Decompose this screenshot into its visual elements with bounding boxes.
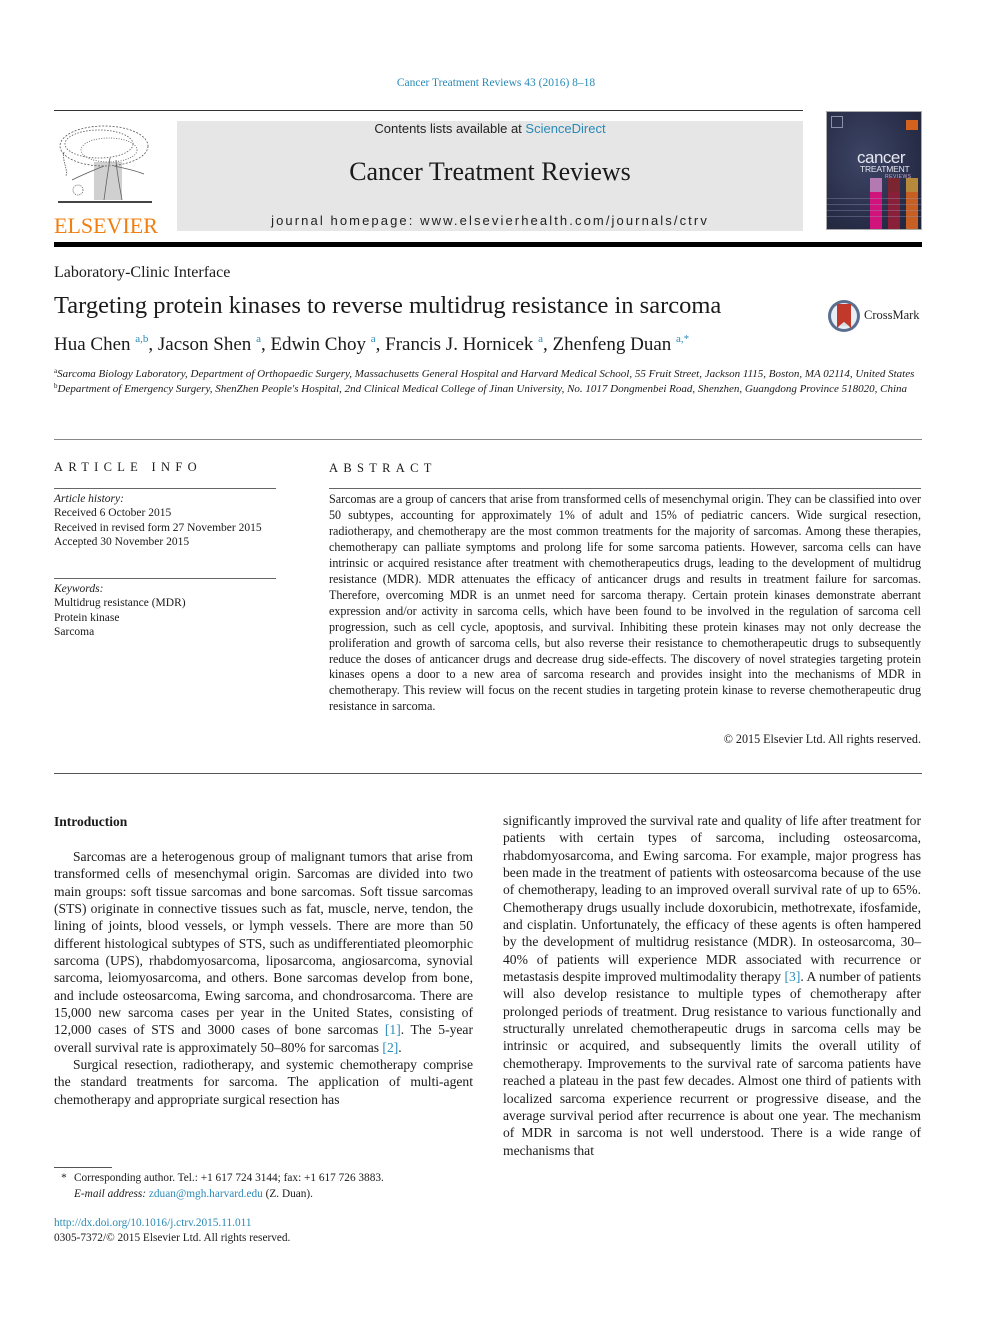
abstract-heading: ABSTRACT <box>329 461 437 475</box>
history-item: Accepted 30 November 2015 <box>54 535 190 548</box>
body-column-right: significantly improved the survival rate… <box>503 812 921 1159</box>
email-link[interactable]: zduan@mgh.harvard.edu <box>149 1188 263 1200</box>
header-rule <box>54 110 803 111</box>
author-affiliation-mark[interactable]: a,b <box>135 333 148 345</box>
history-item: Received in revised form 27 November 201… <box>54 521 262 534</box>
footnote-star: * <box>61 1172 67 1184</box>
history-item: Received 6 October 2015 <box>54 507 172 520</box>
journal-masthead: Contents lists available at ScienceDirec… <box>177 121 803 231</box>
article-section-label: Laboratory-Clinic Interface <box>54 264 231 281</box>
citation-link[interactable]: [2] <box>382 1040 398 1055</box>
divider <box>329 488 921 489</box>
author-separator: , <box>375 334 386 355</box>
author[interactable]: Zhenfeng Duan a,* <box>552 333 690 356</box>
doi-block: http://dx.doi.org/10.1016/j.ctrv.2015.11… <box>54 1216 290 1246</box>
body-paragraph: significantly improved the survival rate… <box>503 812 921 1159</box>
keywords-label: Keywords: <box>54 583 104 595</box>
author-name: Edwin Choy <box>270 334 366 355</box>
cover-title-word2: TREATMENT <box>860 164 910 174</box>
affiliations: aSarcoma Biology Laboratory, Department … <box>54 367 922 396</box>
divider <box>54 488 276 489</box>
body-column-left: Sarcomas are a heterogenous group of mal… <box>54 848 473 1108</box>
divider <box>54 578 276 579</box>
cover-accent-square <box>906 120 918 130</box>
article-title: Targeting protein kinases to reverse mul… <box>54 292 722 319</box>
keyword[interactable]: Sarcoma <box>54 625 294 639</box>
keyword[interactable]: Protein kinase <box>54 611 294 625</box>
author-name: Zhenfeng Duan <box>552 334 672 355</box>
doi-link[interactable]: http://dx.doi.org/10.1016/j.ctrv.2015.11… <box>54 1217 251 1229</box>
cover-stripe <box>827 216 921 217</box>
author-name: Francis J. Hornicek <box>385 334 534 355</box>
author[interactable]: Hua Chen a,b <box>54 333 148 356</box>
author[interactable]: Edwin Choy a <box>270 334 375 356</box>
paragraph-text: . A number of patients will also develop… <box>503 969 921 1158</box>
header-thick-rule <box>54 242 922 247</box>
journal-title: Cancer Treatment Reviews <box>349 157 631 186</box>
author-name: Jacson Shen <box>157 334 252 355</box>
affiliation-text: Sarcoma Biology Laboratory, Department o… <box>57 368 915 380</box>
footnote-text: Corresponding author. Tel.: +1 617 724 3… <box>74 1172 384 1184</box>
elsevier-wordmark: ELSEVIER <box>54 213 158 238</box>
affiliation-a: aSarcoma Biology Laboratory, Department … <box>54 367 922 382</box>
crossmark-badge[interactable]: CrossMark <box>827 298 927 334</box>
article-history: Article history: Received 6 October 2015… <box>54 492 294 549</box>
email-label: E-mail address: <box>74 1188 147 1200</box>
author-separator: , <box>543 334 553 355</box>
article-history-label: Article history: <box>54 493 124 505</box>
affiliation-b: bDepartment of Emergency Surgery, ShenZh… <box>54 382 922 397</box>
crossmark-icon <box>828 300 860 332</box>
journal-homepage[interactable]: journal homepage: www.elsevierhealth.com… <box>177 213 803 228</box>
journal-cover-image[interactable]: cancer TREATMENT REVIEWS <box>826 111 922 230</box>
citation-link[interactable]: [1] <box>385 1022 401 1037</box>
abstract-copyright: © 2015 Elsevier Ltd. All rights reserved… <box>723 732 921 746</box>
cover-stripe <box>827 210 921 211</box>
contents-prefix: Contents lists available at <box>374 121 526 136</box>
body-paragraph: Sarcomas are a heterogenous group of mal… <box>54 848 473 1056</box>
author-separator: , <box>148 334 158 355</box>
author-name: Hua Chen <box>54 334 131 355</box>
cover-stripe <box>827 204 921 205</box>
cover-stripe <box>827 198 921 199</box>
footnote-rule <box>54 1167 112 1168</box>
elsevier-tree-icon <box>58 125 152 203</box>
cover-publisher-icon <box>831 116 843 128</box>
affiliation-text: Department of Emergency Surgery, ShenZhe… <box>57 382 908 395</box>
author-list: Hua Chen a,b, Jacson Shen a, Edwin Choy … <box>54 334 689 356</box>
citation-link[interactable]: [3] <box>785 969 801 984</box>
body-paragraph: Surgical resection, radiotherapy, and sy… <box>54 1057 473 1107</box>
paragraph-text: significantly improved the survival rate… <box>503 813 921 985</box>
journal-citation-link[interactable]: Cancer Treatment Reviews 43 (2016) 8–18 <box>0 77 992 89</box>
sciencedirect-link[interactable]: ScienceDirect <box>525 121 605 136</box>
divider <box>54 773 922 774</box>
paragraph-text: . <box>398 1039 402 1055</box>
email-suffix: (Z. Duan). <box>262 1188 314 1200</box>
elsevier-logo[interactable]: ELSEVIER <box>54 122 158 238</box>
abstract-text: Sarcomas are a group of cancers that ari… <box>329 492 921 714</box>
author-affiliation-mark[interactable]: a,* <box>676 333 689 345</box>
crossmark-label: CrossMark <box>864 308 920 322</box>
divider <box>54 439 922 440</box>
contents-line: Contents lists available at ScienceDirec… <box>177 121 803 136</box>
keyword[interactable]: Multidrug resistance (MDR) <box>54 596 294 610</box>
introduction-heading: Introduction <box>54 814 128 829</box>
keywords: Keywords: Multidrug resistance (MDR) Pro… <box>54 582 294 639</box>
paragraph-text: Sarcomas are a heterogenous group of mal… <box>54 849 473 1038</box>
issn-copyright: 0305-7372/© 2015 Elsevier Ltd. All right… <box>54 1232 291 1244</box>
author[interactable]: Francis J. Hornicek a <box>385 334 543 356</box>
article-info-heading: ARTICLE INFO <box>54 460 202 474</box>
corresponding-author-footnote: * Corresponding author. Tel.: +1 617 724 … <box>54 1170 484 1202</box>
author[interactable]: Jacson Shen a <box>157 334 261 356</box>
